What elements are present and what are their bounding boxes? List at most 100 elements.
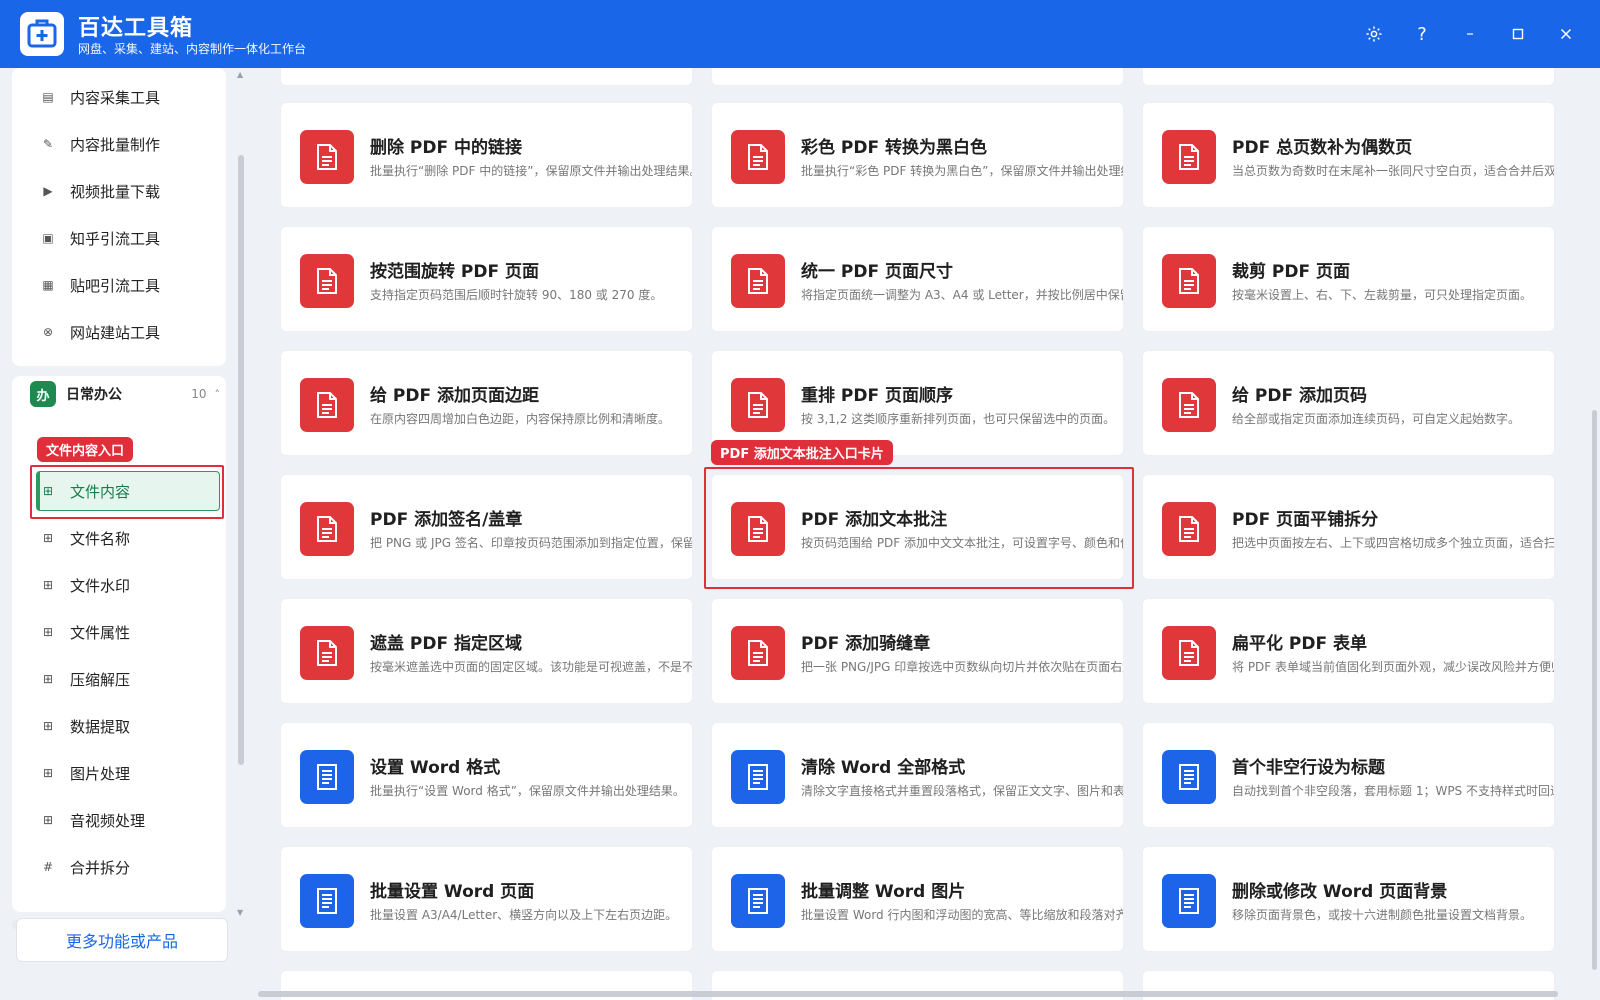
tool-card[interactable]: PDF 添加签名/盖章把 PNG 或 JPG 签名、印章按页码范围添加到指定位置… bbox=[280, 474, 693, 580]
pdf-file-icon bbox=[300, 626, 354, 680]
sidebar-item-label: 文件名称 bbox=[70, 529, 131, 548]
tool-card-title: 批量调整 Word 图片 bbox=[801, 882, 966, 902]
tool-card[interactable]: 设置 Word 格式 批量执行“设置 Word 格式”，保留原文件并输出处理结果。 bbox=[280, 722, 693, 828]
scroll-up-icon[interactable]: ▲ bbox=[237, 70, 243, 79]
sidebar-item-label: 文件水印 bbox=[70, 576, 131, 595]
main-scrollbar[interactable] bbox=[1592, 410, 1597, 970]
word-file-icon bbox=[1162, 874, 1216, 928]
sidebar-item-av-process[interactable]: ⊞ 音视频处理 bbox=[40, 800, 220, 840]
tieba-icon: ▦ bbox=[42, 278, 54, 292]
sidebar-item-zhihu[interactable]: ▣ 知乎引流工具 bbox=[40, 218, 220, 258]
tool-card[interactable]: 删除或修改 Word 页面背景 移除页面背景色，或按十六进制颜色批量设置文档背景。 bbox=[1142, 846, 1555, 952]
tool-card[interactable]: 裁剪 PDF 页面按毫米设置上、右、下、左裁剪量，可只处理指定页面。 bbox=[1142, 226, 1555, 332]
tool-card-description: 按毫米设置上、右、下、左裁剪量，可只处理指定页面。 bbox=[1232, 288, 1533, 302]
tool-card[interactable]: 批量设置 Word 页面 批量设置 A3/A4/Letter、横竖方向以及上下左右… bbox=[280, 846, 693, 952]
pdf-file-icon bbox=[1162, 254, 1216, 308]
gear-icon[interactable] bbox=[1360, 20, 1388, 48]
card-partial-top[interactable] bbox=[1142, 68, 1555, 86]
pdf-file-icon bbox=[300, 502, 354, 556]
tool-card-title: PDF 页面平铺拆分 bbox=[1232, 510, 1379, 530]
tool-card-title: 删除或修改 Word 页面背景 bbox=[1232, 882, 1448, 902]
sidebar-item-video-download[interactable]: ▶ 视频批量下载 bbox=[40, 171, 220, 211]
group-count: 10 bbox=[191, 387, 207, 401]
document-icon: ▤ bbox=[42, 90, 54, 104]
pdf-file-icon bbox=[1162, 378, 1216, 432]
tool-card-title: PDF 添加骑缝章 bbox=[801, 634, 931, 654]
tool-card[interactable]: 批量调整 Word 图片 批量设置 Word 行内图和浮动图的宽高、等比缩放和段落… bbox=[711, 846, 1124, 952]
group-header-office[interactable]: 办 日常办公 10 ˄ bbox=[30, 379, 220, 409]
group-name: 日常办公 bbox=[66, 387, 122, 403]
pdf-file-icon bbox=[731, 378, 785, 432]
sidebar-item-file-properties[interactable]: ⊞ 文件属性 bbox=[40, 612, 220, 652]
card-partial-top[interactable] bbox=[280, 68, 693, 86]
sidebar-item-label: 图片处理 bbox=[70, 764, 131, 783]
tool-card[interactable]: 统一 PDF 页面尺寸 将指定页面统一调整为 A3、A4 或 Letter，并按比… bbox=[711, 226, 1124, 332]
minimize-icon[interactable] bbox=[1456, 20, 1484, 48]
tool-card-description: 支持指定页码范围后顺时针旋转 90、180 或 270 度。 bbox=[370, 288, 663, 302]
text-annotation-highlight-frame bbox=[704, 467, 1134, 589]
tool-card-title: 删除 PDF 中的链接 bbox=[370, 138, 523, 158]
sidebar-item-label: 内容批量制作 bbox=[70, 135, 161, 154]
sidebar-item-label: 贴吧引流工具 bbox=[70, 276, 161, 295]
sidebar-item-label: 视频批量下载 bbox=[70, 182, 161, 201]
tool-card[interactable]: 删除 PDF 中的链接批量执行“删除 PDF 中的链接”，保留原文件并输出处理结… bbox=[280, 102, 693, 208]
sidebar-item-label: 文件属性 bbox=[70, 623, 131, 642]
sidebar-item-content-batch[interactable]: ✎ 内容批量制作 bbox=[40, 124, 220, 164]
help-icon[interactable]: ? bbox=[1408, 20, 1436, 48]
tool-card[interactable]: 扁平化 PDF 表单将 PDF 表单域当前值固化到页面外观，减少误改风险并方便归… bbox=[1142, 598, 1555, 704]
tool-card[interactable]: 给 PDF 添加页面边距 在原内容四周增加白色边距，内容保持原比例和清晰度。 bbox=[280, 350, 693, 456]
pdf-file-icon bbox=[300, 378, 354, 432]
tool-card[interactable]: 首个非空行设为标题自动找到首个非空段落，套用标题 1；WPS 不支持样式时回退为… bbox=[1142, 722, 1555, 828]
maximize-icon[interactable] bbox=[1504, 20, 1532, 48]
pdf-file-icon bbox=[731, 254, 785, 308]
tool-card-title: 按范围旋转 PDF 页面 bbox=[370, 262, 540, 282]
pdf-file-icon bbox=[1162, 502, 1216, 556]
app-subtitle: 网盘、采集、建站、内容制作一体化工作台 bbox=[78, 42, 307, 56]
tool-card-description: 批量执行“彩色 PDF 转换为黑白色”，保留原文件并输出处理结果。 bbox=[801, 164, 1124, 178]
more-features-button[interactable]: 更多功能或产品 bbox=[16, 918, 228, 962]
card-partial-top[interactable] bbox=[711, 68, 1124, 86]
zhihu-icon: ▣ bbox=[42, 231, 54, 245]
close-icon[interactable] bbox=[1552, 20, 1580, 48]
grid-icon: ⊞ bbox=[42, 813, 54, 827]
word-file-icon bbox=[731, 874, 785, 928]
file-content-highlight-frame bbox=[30, 465, 224, 519]
word-file-icon bbox=[1162, 750, 1216, 804]
file-content-callout: 文件内容入口 bbox=[37, 437, 134, 462]
sidebar-item-tieba[interactable]: ▦ 贴吧引流工具 bbox=[40, 265, 220, 305]
sidebar-item-website[interactable]: ⊗ 网站建站工具 bbox=[40, 312, 220, 352]
tool-card-title: 统一 PDF 页面尺寸 bbox=[801, 262, 954, 282]
pdf-file-icon bbox=[1162, 130, 1216, 184]
sidebar-item-compress[interactable]: ⊞ 压缩解压 bbox=[40, 659, 220, 699]
tool-card-title: 彩色 PDF 转换为黑白色 bbox=[801, 138, 988, 158]
tool-card-description: 当总页数为奇数时在末尾补一张同尺寸空白页，适合合并后双面打印。 bbox=[1232, 164, 1555, 178]
tool-card[interactable]: PDF 总页数补为偶数页当总页数为奇数时在末尾补一张同尺寸空白页，适合合并后双面… bbox=[1142, 102, 1555, 208]
grid-icon: ⊞ bbox=[42, 719, 54, 733]
sidebar-item-label: 压缩解压 bbox=[70, 670, 131, 689]
sidebar-item-content-collect[interactable]: ▤ 内容采集工具 bbox=[40, 77, 220, 117]
tool-card-description: 批量执行“删除 PDF 中的链接”，保留原文件并输出处理结果。 bbox=[370, 164, 693, 178]
tool-card-description: 按毫米遮盖选中页面的固定区域。该功能是可视遮盖，不是不可逆删除。 bbox=[370, 660, 693, 674]
tool-card-description: 把一张 PNG/JPG 印章按选中页数纵向切片并依次贴在页面右边缘。 bbox=[801, 660, 1124, 674]
tool-card[interactable]: 彩色 PDF 转换为黑白色批量执行“彩色 PDF 转换为黑白色”，保留原文件并输… bbox=[711, 102, 1124, 208]
sidebar-item-label: 内容采集工具 bbox=[70, 88, 161, 107]
tool-card[interactable]: PDF 页面平铺拆分把选中页面按左右、上下或四宫格切成多个独立页面，适合扫描件和… bbox=[1142, 474, 1555, 580]
tool-card[interactable]: 遮盖 PDF 指定区域按毫米遮盖选中页面的固定区域。该功能是可视遮盖，不是不可逆… bbox=[280, 598, 693, 704]
sidebar-item-data-extract[interactable]: ⊞ 数据提取 bbox=[40, 706, 220, 746]
tool-card[interactable]: 给 PDF 添加页码 给全部或指定页面添加连续页码，可自定义起始数字。 bbox=[1142, 350, 1555, 456]
tool-card[interactable]: 清除 Word 全部格式 清除文字直接格式并重置段落格式，保留正文文字、图片和表格… bbox=[711, 722, 1124, 828]
grid-icon: ⊞ bbox=[42, 625, 54, 639]
scroll-down-icon[interactable]: ▼ bbox=[237, 908, 243, 917]
sidebar-item-image-process[interactable]: ⊞ 图片处理 bbox=[40, 753, 220, 793]
sidebar-item-file-name[interactable]: ⊞ 文件名称 bbox=[40, 518, 220, 558]
tool-card[interactable]: 按范围旋转 PDF 页面支持指定页码范围后顺时针旋转 90、180 或 270 … bbox=[280, 226, 693, 332]
sidebar-item-file-watermark[interactable]: ⊞ 文件水印 bbox=[40, 565, 220, 605]
chevron-up-icon[interactable]: ˄ bbox=[215, 388, 221, 401]
tool-card-title: 裁剪 PDF 页面 bbox=[1232, 262, 1351, 282]
sidebar-item-merge-split[interactable]: # 合并拆分 bbox=[40, 847, 220, 887]
main-horizontal-scrollbar[interactable] bbox=[258, 991, 1558, 997]
sidebar-scrollbar[interactable] bbox=[238, 155, 244, 765]
grid-icon: ⊞ bbox=[42, 672, 54, 686]
pen-icon: ✎ bbox=[42, 137, 54, 151]
tool-card[interactable]: PDF 添加骑缝章把一张 PNG/JPG 印章按选中页数纵向切片并依次贴在页面右… bbox=[711, 598, 1124, 704]
